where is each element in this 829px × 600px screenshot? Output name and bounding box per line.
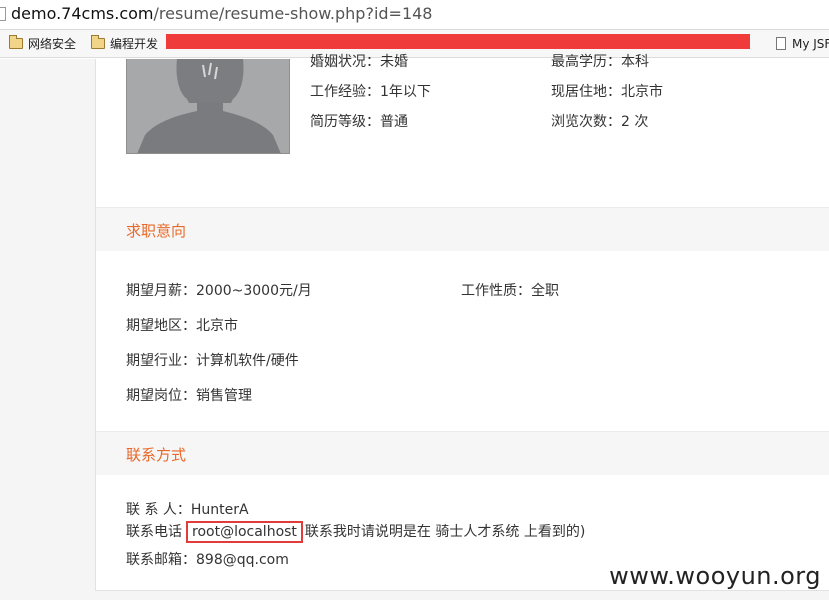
- intent-section-title: 求职意向: [126, 222, 187, 240]
- contact-section-header: 联系方式: [96, 431, 829, 475]
- expected-position: 期望岗位：销售管理: [126, 388, 252, 404]
- address-bar[interactable]: demo.74cms.com/resume/resume-show.php?id…: [0, 0, 829, 30]
- expected-salary: 期望月薪：2000~3000元/月: [126, 283, 312, 299]
- page-area: 婚姻状况：未婚 最高学历：本科 工作经验：1年以下 现居住地：北京市 简历等级：…: [0, 54, 829, 600]
- bookmark-folder-programming[interactable]: 编程开发: [91, 35, 159, 52]
- url-host: demo.74cms.com: [11, 4, 154, 23]
- contact-email: 联系邮箱：898@qq.com: [126, 552, 289, 568]
- expected-region: 期望地区：北京市: [126, 318, 238, 334]
- avatar: [126, 59, 290, 154]
- page-icon: [776, 37, 786, 50]
- residence: 现居住地：北京市: [551, 84, 663, 100]
- job-nature: 工作性质：全职: [461, 283, 559, 299]
- bookmark-my-jsf[interactable]: My JSF: [776, 36, 829, 52]
- avatar-silhouette-icon: [127, 59, 289, 153]
- folder-icon: [9, 35, 23, 49]
- intent-section-header: 求职意向: [96, 207, 829, 251]
- contact-person: 联 系 人：HunterA: [126, 502, 249, 518]
- education: 最高学历：本科: [551, 54, 649, 70]
- bookmark-label: 编程开发: [110, 37, 159, 51]
- contact-phone-row: 联系电话 root@localhost 联系我时请说明是在 骑士人才系统 上看到的): [126, 521, 585, 543]
- bookmark-folder-security[interactable]: 网络安全: [9, 35, 77, 52]
- url-path: /resume/resume-show.php?id=148: [153, 4, 433, 23]
- expected-industry: 期望行业：计算机软件/硬件: [126, 353, 299, 369]
- bookmark-label: 网络安全: [28, 37, 77, 51]
- watermark: www.wooyun.org: [609, 562, 821, 590]
- resume-card: 婚姻状况：未婚 最高学历：本科 工作经验：1年以下 现居住地：北京市 简历等级：…: [95, 54, 829, 591]
- work-experience: 工作经验：1年以下: [310, 84, 431, 100]
- marital-status: 婚姻状况：未婚: [310, 54, 408, 70]
- contact-phone-note: 联系我时请说明是在 骑士人才系统 上看到的): [304, 524, 586, 540]
- page-icon: [0, 7, 6, 21]
- contact-phone-value: root@localhost: [186, 521, 303, 543]
- contact-phone-label: 联系电话: [126, 524, 182, 540]
- contact-section-title: 联系方式: [126, 446, 187, 464]
- folder-icon: [91, 35, 105, 49]
- resume-level: 简历等级：普通: [310, 114, 408, 130]
- url-text[interactable]: demo.74cms.com/resume/resume-show.php?id…: [11, 4, 432, 23]
- view-count: 浏览次数：2 次: [551, 114, 649, 130]
- redaction-bar: [166, 34, 750, 49]
- bookmark-label: My JSF: [792, 37, 829, 51]
